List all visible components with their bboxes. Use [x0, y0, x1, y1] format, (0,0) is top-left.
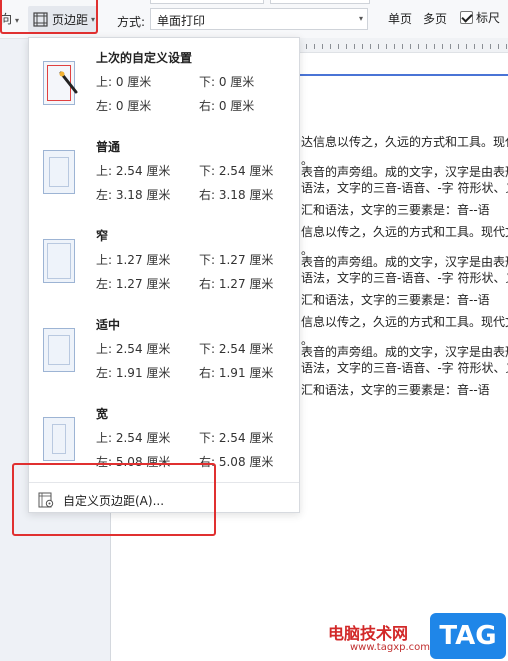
- ruler-tick: [386, 44, 387, 49]
- preset-top: 上: 0 厘米: [96, 75, 152, 89]
- preset-top: 上: 1.27 厘米: [96, 253, 171, 267]
- doc-line: 汇和语法，文字的三要素是：音--语: [301, 203, 490, 217]
- doc-line: 达信息以传之，久远的方式和工具。现代: [301, 135, 508, 149]
- ruler-tick: [482, 44, 483, 49]
- doc-line: 语法，文字的三音-语音、-字 符形状、义: [301, 181, 508, 195]
- field-edge: [270, 0, 370, 4]
- preset-left: 左: 0 厘米: [96, 99, 152, 113]
- ruler-tick: [354, 44, 355, 49]
- preset-top: 上: 2.54 厘米: [96, 342, 171, 356]
- moderate-margin-icon: [43, 328, 75, 372]
- doc-line: 表音的声旁组。成的文字，汉字是由表形: [301, 345, 508, 359]
- ruler-tick: [418, 44, 419, 49]
- ruler-tick: [426, 44, 427, 49]
- ruler-tick: [330, 44, 331, 49]
- preset-title: 窄: [96, 229, 109, 243]
- preset-bottom: 下: 2.54 厘米: [199, 164, 274, 178]
- page-margin-dropdown: 上次的自定义设置 上: 0 厘米 下: 0 厘米 左: 0 厘米 右: 0 厘米…: [28, 37, 300, 513]
- ruler-tick: [322, 44, 323, 49]
- ruler-tick: [490, 44, 491, 49]
- ruler-tick: [450, 44, 451, 49]
- preset-left: 左: 3.18 厘米: [96, 188, 171, 202]
- ruler-tick: [306, 44, 307, 49]
- field-edge: [150, 0, 264, 4]
- preset-right: 右: 1.27 厘米: [199, 277, 274, 291]
- preset-title: 宽: [96, 407, 109, 421]
- highlight-box: [0, 0, 98, 34]
- ruler-tick: [314, 44, 315, 49]
- doc-line: 语法，文字的三音-语音、-字 符形状、义: [301, 361, 508, 375]
- ruler-tick: [506, 44, 507, 49]
- doc-line: 汇和语法，文字的三要素是：音--语: [301, 293, 490, 307]
- preset-title: 上次的自定义设置: [96, 51, 193, 65]
- preset-bottom: 下: 0 厘米: [199, 75, 255, 89]
- ruler-tick: [370, 44, 371, 49]
- ruler-tick: [410, 44, 411, 49]
- wide-margin-icon: [43, 417, 75, 461]
- multi-page-button[interactable]: 多页: [423, 10, 447, 27]
- preset-bottom: 下: 2.54 厘米: [199, 342, 274, 356]
- margin-preset-narrow[interactable]: 窄 上: 1.27 厘米 下: 1.27 厘米 左: 1.27 厘米 右: 1.…: [29, 216, 299, 304]
- ruler-tick: [498, 44, 499, 49]
- preset-title: 普通: [96, 140, 121, 154]
- doc-line: 信息以传之，久远的方式和工具。现代文: [301, 315, 508, 329]
- doc-line: 表音的声旁组。成的文字，汉字是由表形: [301, 165, 508, 179]
- ruler-tick: [458, 44, 459, 49]
- preset-bottom: 下: 2.54 厘米: [199, 431, 274, 445]
- narrow-margin-icon: [43, 239, 75, 283]
- watermark-url: www.tagxp.com: [350, 642, 430, 653]
- ruler-tick: [362, 44, 363, 49]
- highlight-box: [12, 463, 216, 536]
- ruler-tick: [434, 44, 435, 49]
- preset-bottom: 下: 1.27 厘米: [199, 253, 274, 267]
- ruler-toggle[interactable]: 标尺: [460, 9, 500, 26]
- margin-preset-normal[interactable]: 普通 上: 2.54 厘米 下: 2.54 厘米 左: 3.18 厘米 右: 3…: [29, 127, 299, 215]
- doc-line: 信息以传之，久远的方式和工具。现代文: [301, 225, 508, 239]
- ruler-tick: [474, 44, 475, 49]
- custom-margin-icon: [43, 61, 78, 105]
- doc-line: 语法，文字的三音-语音、-字 符形状、义: [301, 271, 508, 285]
- preset-right: 右: 0 厘米: [199, 99, 255, 113]
- magic-wand-icon: [59, 71, 78, 94]
- horizontal-ruler[interactable]: [300, 38, 508, 53]
- ruler-tick: [466, 44, 467, 49]
- preset-left: 左: 1.27 厘米: [96, 277, 171, 291]
- ruler-tick: [402, 44, 403, 49]
- preset-left: 左: 1.91 厘米: [96, 366, 171, 380]
- doc-line: 汇和语法，文字的三要素是：音--语: [301, 383, 490, 397]
- doc-line: 表音的声旁组。成的文字，汉字是由表形: [301, 255, 508, 269]
- chevron-down-icon: ▾: [358, 14, 363, 23]
- ruler-tick: [346, 44, 347, 49]
- tag-logo: TAG: [430, 613, 506, 659]
- watermark-text: 电脑技术网: [328, 624, 409, 643]
- ruler-tick: [442, 44, 443, 49]
- print-method-value: 单面打印: [157, 14, 206, 28]
- single-page-button[interactable]: 单页: [388, 10, 412, 27]
- ruler-label: 标尺: [476, 11, 501, 25]
- normal-margin-icon: [43, 150, 75, 194]
- ruler-checkbox[interactable]: [460, 11, 473, 24]
- ruler-tick: [338, 44, 339, 49]
- ruler-tick: [378, 44, 379, 49]
- preset-right: 右: 1.91 厘米: [199, 366, 274, 380]
- print-method-select[interactable]: 单面打印 ▾: [150, 8, 368, 30]
- preset-right: 右: 3.18 厘米: [199, 188, 274, 202]
- preset-top: 上: 2.54 厘米: [96, 431, 171, 445]
- preset-top: 上: 2.54 厘米: [96, 164, 171, 178]
- print-method-label: 方式:: [117, 15, 146, 29]
- preset-title: 适中: [96, 318, 121, 332]
- margin-preset-moderate[interactable]: 适中 上: 2.54 厘米 下: 2.54 厘米 左: 1.91 厘米 右: 1…: [29, 305, 299, 393]
- top-margin-marker: [300, 74, 508, 76]
- margin-preset-last-custom[interactable]: 上次的自定义设置 上: 0 厘米 下: 0 厘米 左: 0 厘米 右: 0 厘米: [29, 38, 299, 126]
- ruler-tick: [394, 44, 395, 49]
